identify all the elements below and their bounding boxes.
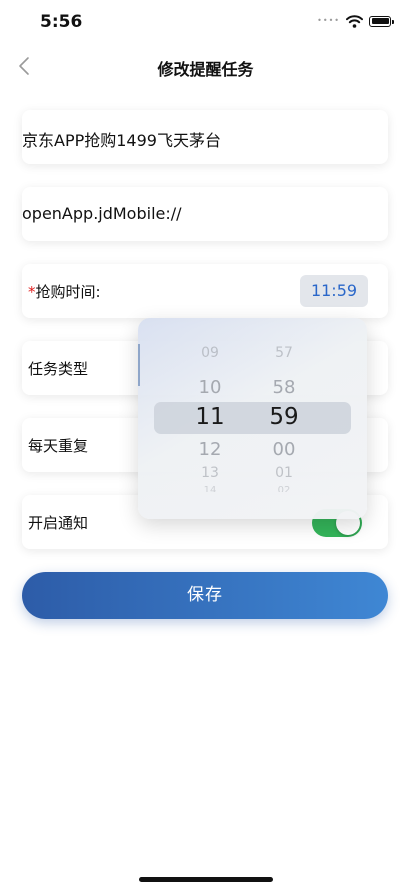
save-button[interactable]: 保存: [22, 572, 388, 619]
minute-option: 58: [272, 377, 296, 398]
hour-option-selected: 11: [195, 404, 225, 430]
minute-wheel[interactable]: 57 58 59 00 01 02: [254, 318, 314, 519]
required-mark: *: [28, 283, 36, 301]
hour-option: 09: [201, 346, 219, 360]
minute-option: 01: [275, 466, 293, 478]
task-name-value: 京东APP抢购1499飞天茅台: [22, 131, 221, 150]
minute-option-selected: 59: [269, 404, 299, 430]
hour-option: 10: [198, 377, 222, 398]
purchase-time-label: *抢购时间:: [28, 281, 101, 302]
repeat-daily-label: 每天重复: [28, 437, 89, 455]
hour-option: 14: [203, 486, 217, 492]
notification-label: 开启通知: [28, 514, 89, 532]
minute-option: 00: [272, 439, 296, 460]
hour-option: 12: [198, 439, 222, 460]
navigation-bar: 修改提醒任务: [0, 44, 411, 88]
minute-option: 57: [275, 346, 293, 360]
page-title: 修改提醒任务: [157, 60, 254, 79]
status-icons: ••••: [317, 14, 394, 28]
battery-icon: [369, 15, 394, 27]
time-picker: 09 10 11 12 13 14 57 58 59 00 01 02: [138, 318, 367, 519]
purchase-time-button[interactable]: 11:59: [300, 275, 368, 307]
status-bar: 5:56 ••••: [0, 0, 411, 44]
task-name-field[interactable]: 京东APP抢购1499飞天茅台: [22, 110, 388, 164]
hour-option: 13: [201, 466, 219, 478]
app-url-value: openApp.jdMobile://: [22, 204, 182, 223]
home-indicator[interactable]: [139, 877, 273, 882]
purchase-time-row: *抢购时间: 11:59: [22, 264, 388, 318]
app-url-field[interactable]: openApp.jdMobile://: [22, 187, 388, 241]
task-type-label: 任务类型: [28, 360, 89, 378]
wifi-icon: [346, 14, 363, 28]
hour-wheel[interactable]: 09 10 11 12 13 14: [180, 318, 240, 519]
status-time: 5:56: [40, 12, 83, 32]
signal-icon: ••••: [317, 16, 340, 25]
purchase-time-label-text: 抢购时间:: [35, 283, 101, 301]
picker-edge-line: [138, 344, 140, 386]
minute-option: 02: [277, 486, 291, 492]
